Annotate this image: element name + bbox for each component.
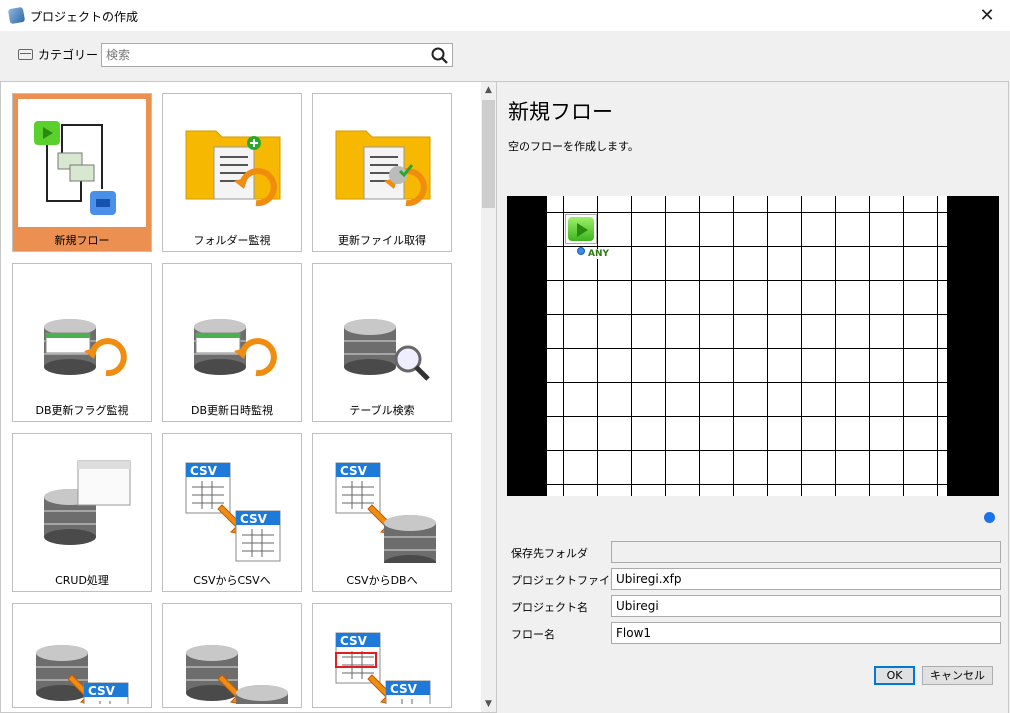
svg-text:CSV: CSV xyxy=(340,464,368,478)
template-label: CSVからCSVへ xyxy=(193,574,271,587)
start-node-icon xyxy=(565,214,597,244)
svg-text:CSV: CSV xyxy=(390,682,418,696)
category-label: カテゴリー xyxy=(38,48,99,62)
tray-icon xyxy=(18,49,33,60)
template-label: DB更新フラグ監視 xyxy=(35,404,129,417)
template-label: 更新ファイル取得 xyxy=(338,234,426,247)
db-time-icon xyxy=(168,269,296,397)
template-label: CRUD処理 xyxy=(55,574,109,587)
node-label: ANY xyxy=(588,249,610,259)
window-title: プロジェクトの作成 xyxy=(30,10,139,24)
scroll-up-button[interactable]: ▲ xyxy=(481,82,496,98)
template-tile[interactable]: CSV CSVからDBへ xyxy=(312,433,452,592)
flow-grid: ANY xyxy=(547,196,947,496)
csv-csv-icon: CSV CSV xyxy=(168,439,296,567)
template-tile[interactable]: CRUD処理 xyxy=(12,433,152,592)
flow-row: フロー名 xyxy=(511,622,1001,644)
db-search-icon xyxy=(318,269,446,397)
search-input[interactable] xyxy=(102,44,422,66)
template-label: 新規フロー xyxy=(54,234,110,247)
csv-error-icon: CSV CSV xyxy=(318,609,446,704)
svg-text:CSV: CSV xyxy=(340,634,368,648)
template-list: 新規フロー フォルダー監視 更新ファイル取得 DB更新フラグ監視 DB更新日時監視 テーブ… xyxy=(0,81,497,713)
template-tile[interactable]: DB更新フラグ監視 xyxy=(12,263,152,422)
category-button[interactable]: カテゴリー xyxy=(18,46,98,63)
db-csv-icon: CSV xyxy=(18,609,146,704)
template-tile[interactable]: CSV xyxy=(12,603,152,708)
csv-db-icon: CSV xyxy=(318,439,446,567)
svg-text:CSV: CSV xyxy=(240,512,268,526)
template-tile[interactable]: DB更新日時監視 xyxy=(162,263,302,422)
app-icon xyxy=(7,6,26,25)
template-label: フォルダー監視 xyxy=(193,234,271,247)
file-row: プロジェクトファイル名 xyxy=(511,568,1001,590)
detail-panel: 新規フロー 空のフローを作成します。 ANY 保存先フォルダ プロジェクトファイ… xyxy=(497,81,1009,713)
template-tile[interactable] xyxy=(162,603,302,708)
template-label: CSVからDBへ xyxy=(346,574,418,587)
svg-text:CSV: CSV xyxy=(88,684,116,698)
template-tile[interactable]: 更新ファイル取得 xyxy=(312,93,452,252)
scroll-thumb[interactable] xyxy=(482,100,495,208)
template-tile[interactable]: CSV CSV CSVからCSVへ xyxy=(162,433,302,592)
flow-preview: ANY xyxy=(507,196,999,496)
detail-description: 空のフローを作成します。 xyxy=(508,140,639,153)
db-flag-icon xyxy=(18,269,146,397)
template-tile[interactable]: CSV CSV xyxy=(312,603,452,708)
flow-icon xyxy=(18,99,146,227)
scroll-down-button[interactable]: ▼ xyxy=(481,696,496,712)
status-dot xyxy=(984,512,995,523)
folder-add-icon xyxy=(168,99,296,227)
ok-button[interactable]: OK xyxy=(874,666,915,685)
cancel-button[interactable]: キャンセル xyxy=(922,666,993,685)
template-tile[interactable]: 新規フロー xyxy=(12,93,152,252)
flow-name-field[interactable] xyxy=(611,622,1001,644)
folder-field[interactable] xyxy=(611,541,1001,563)
close-button[interactable]: ✕ xyxy=(964,0,1010,31)
template-label: DB更新日時監視 xyxy=(190,404,274,417)
search-box xyxy=(101,43,453,67)
vertical-scrollbar[interactable]: ▲ ▼ xyxy=(481,82,496,712)
db-db-icon xyxy=(168,609,296,704)
title-bar: プロジェクトの作成 ✕ xyxy=(0,0,1010,31)
port-icon xyxy=(577,247,585,255)
toolbar: カテゴリー xyxy=(0,31,1010,81)
folder-label: 保存先フォルダ xyxy=(511,547,588,560)
project-file-field[interactable] xyxy=(611,568,1001,590)
detail-title: 新規フロー xyxy=(508,100,613,124)
folder-row: 保存先フォルダ xyxy=(511,541,1001,563)
folder-time-icon xyxy=(318,99,446,227)
template-label: テーブル検索 xyxy=(349,404,415,417)
db-window-icon xyxy=(18,439,146,567)
project-label: プロジェクト名 xyxy=(511,601,588,614)
search-icon[interactable] xyxy=(431,47,448,64)
template-tile[interactable]: テーブル検索 xyxy=(312,263,452,422)
template-tile[interactable]: フォルダー監視 xyxy=(162,93,302,252)
svg-text:CSV: CSV xyxy=(190,464,218,478)
project-row: プロジェクト名 xyxy=(511,595,1001,617)
flow-label: フロー名 xyxy=(511,628,555,641)
project-name-field[interactable] xyxy=(611,595,1001,617)
